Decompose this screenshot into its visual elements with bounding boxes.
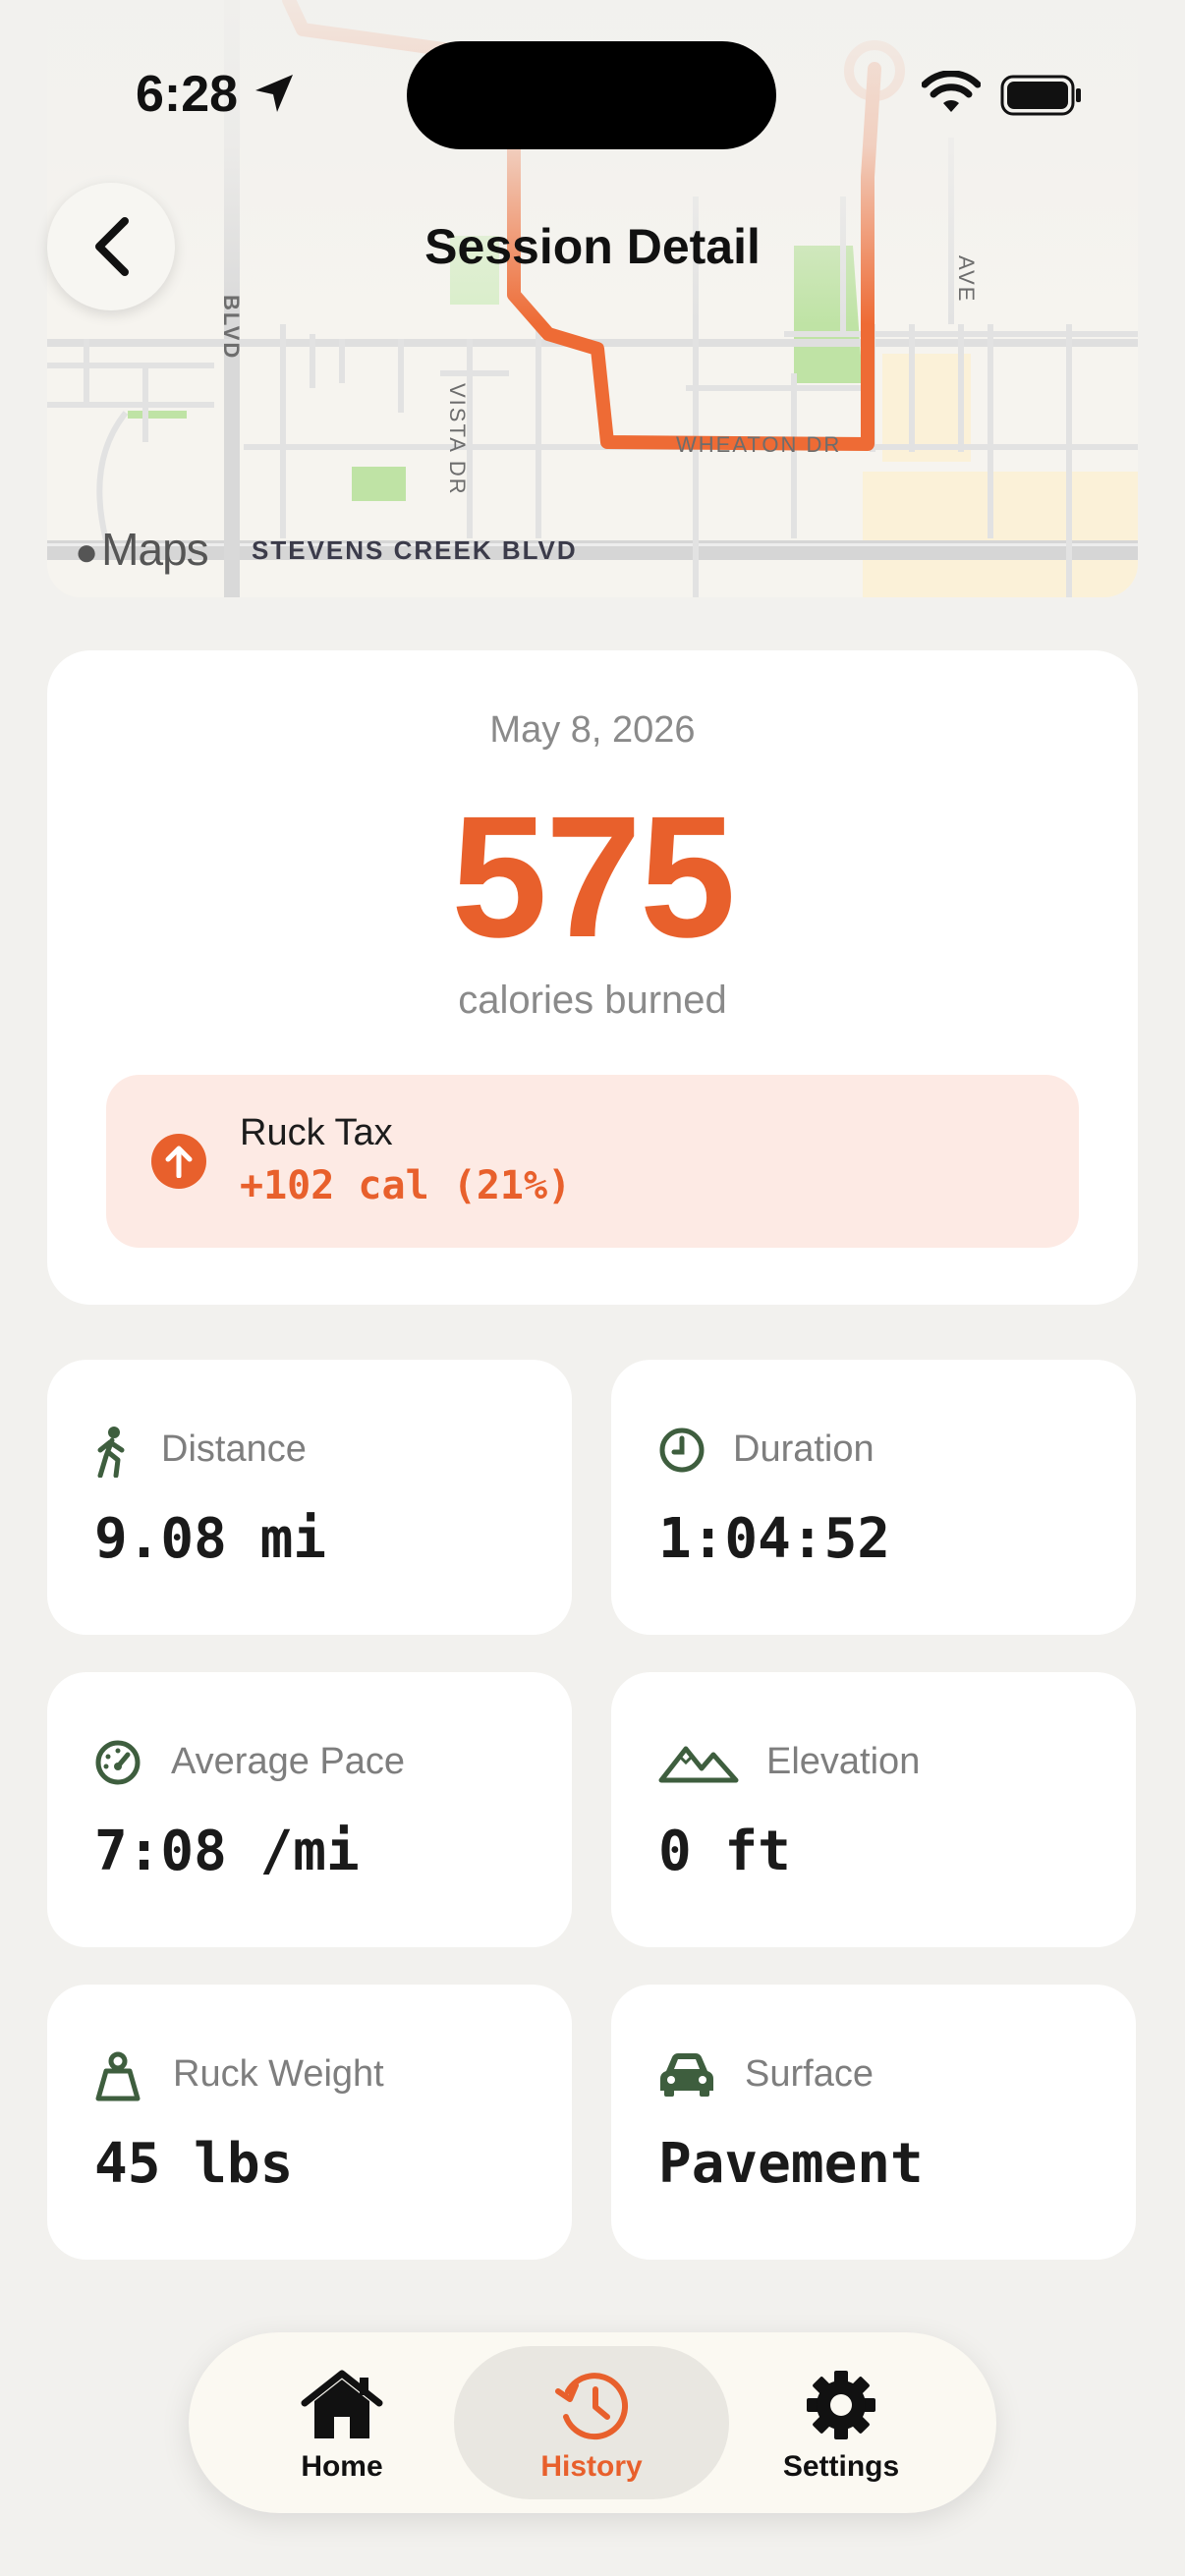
stat-label: Surface [745,2053,874,2095]
battery-icon [1000,75,1081,116]
location-arrow-icon [255,75,293,112]
stat-value: 1:04:52 [658,1507,891,1571]
speedometer-icon [95,1740,141,1785]
tab-label: Home [301,2450,383,2483]
calories-label: calories burned [458,979,727,1022]
mountains-icon [658,1746,739,1783]
street-label-blvd: BLVD [219,295,244,361]
history-clock-icon [555,2373,629,2440]
stat-card-elevation: Elevation 0 ft [611,1672,1136,1947]
tab-home[interactable]: Home [204,2346,480,2499]
tab-label: Settings [782,2450,900,2483]
street-label-stevens-creek: STEVENS CREEK BLVD [252,535,578,565]
status-time: 6:28 [136,66,239,123]
stat-value: Pavement [658,2132,924,2196]
kettlebell-icon [95,2051,141,2101]
stat-card-average-pace: Average Pace 7:08 /mi [47,1672,572,1947]
page-title: Session Detail [424,219,761,274]
clock-icon [659,1428,705,1473]
ruck-tax-title: Ruck Tax [240,1112,393,1153]
ruck-tax-banner: Ruck Tax +102 cal (21%) [106,1075,1079,1248]
dynamic-island [407,41,776,149]
tab-settings[interactable]: Settings [704,2346,979,2499]
stat-label: Distance [161,1428,307,1470]
maps-attribution: Maps [101,524,208,575]
gear-icon [807,2371,875,2439]
stat-value: 0 ft [658,1820,791,1883]
tab-label: History [540,2450,643,2483]
ruck-tax-value: +102 cal (21%) [240,1163,572,1208]
street-label-vista: VISTA DR [445,383,470,496]
street-label-wheaton: WHEATON DR [676,432,842,457]
stat-label: Ruck Weight [173,2053,384,2095]
stat-value: 7:08 /mi [94,1820,360,1883]
stat-value: 9.08 mi [94,1507,327,1571]
stat-label: Average Pace [171,1741,406,1782]
session-date: May 8, 2026 [489,709,696,751]
stat-card-distance: Distance 9.08 mi [47,1360,572,1635]
tab-bar: Home History Settings [189,2332,996,2513]
stat-label: Elevation [766,1741,921,1782]
stat-value: 45 lbs [94,2132,294,2196]
stat-label: Duration [733,1428,875,1470]
house-icon [301,2370,383,2438]
session-summary-card: May 8, 2026 575 calories burned Ruck Tax… [47,650,1138,1305]
wifi-icon [922,71,981,112]
stat-card-duration: Duration 1:04:52 [611,1360,1136,1635]
stat-card-ruck-weight: Ruck Weight 45 lbs [47,1985,572,2260]
tab-history[interactable]: History [454,2346,729,2499]
apple-maps-logo[interactable]: ●Maps [75,523,209,576]
calories-value: 575 [451,781,736,974]
apple-icon: ● [75,531,98,574]
walking-person-icon [97,1427,125,1478]
arrow-up-circle-icon [151,1134,206,1189]
stat-card-surface: Surface Pavement [611,1985,1136,2260]
car-icon [660,2053,713,2097]
